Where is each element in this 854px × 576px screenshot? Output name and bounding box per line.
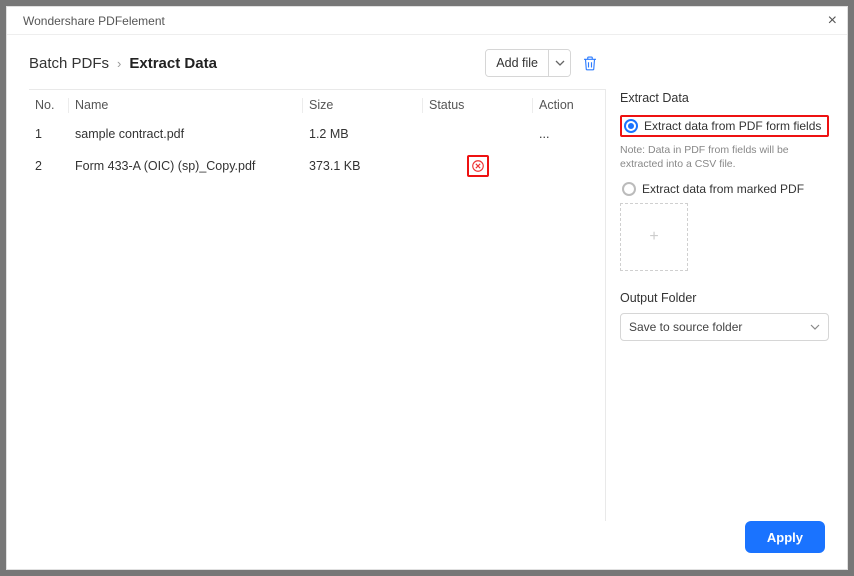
apply-button[interactable]: Apply [745, 521, 825, 553]
add-file-button-group: Add file [485, 49, 571, 77]
col-status: Status [423, 90, 533, 120]
top-row: Batch PDFs › Extract Data Add file [29, 49, 829, 77]
col-name: Name [69, 90, 303, 120]
col-action: Action [533, 90, 605, 120]
select-value: Save to source folder [629, 320, 742, 334]
chevron-down-icon [810, 322, 820, 332]
cell-status [423, 120, 533, 148]
breadcrumb: Batch PDFs › Extract Data [29, 55, 217, 72]
file-panel: No. Name Size Status Action 1 sample con… [29, 89, 605, 521]
close-icon[interactable]: × [828, 13, 837, 29]
table-row[interactable]: 2 Form 433-A (OIC) (sp)_Copy.pdf 373.1 K… [29, 148, 605, 184]
chevron-right-icon: › [117, 56, 121, 71]
cell-name: sample contract.pdf [69, 120, 303, 148]
delete-all-button[interactable] [581, 54, 599, 72]
main-split: No. Name Size Status Action 1 sample con… [29, 89, 829, 521]
top-actions: Add file [485, 49, 599, 77]
error-icon [471, 159, 485, 173]
option-note: Note: Data in PDF from fields will be ex… [620, 143, 829, 171]
radio-icon [622, 182, 636, 196]
add-file-dropdown[interactable] [548, 50, 570, 76]
titlebar: Wondershare PDFelement × [7, 7, 847, 35]
window: { "title": "Wondershare PDFelement", "br… [7, 7, 847, 569]
cell-name: Form 433-A (OIC) (sp)_Copy.pdf [69, 148, 303, 184]
option-label: Extract data from marked PDF [642, 182, 804, 196]
option-label: Extract data from PDF form fields [644, 119, 821, 133]
option-extract-marked[interactable]: Extract data from marked PDF [620, 179, 829, 199]
app-title: Wondershare PDFelement [23, 14, 165, 28]
add-file-button[interactable]: Add file [486, 50, 548, 76]
cell-no: 2 [29, 148, 69, 184]
table-row[interactable]: 1 sample contract.pdf 1.2 MB ... [29, 120, 605, 148]
add-area-dropzone[interactable]: + [620, 203, 688, 271]
option-extract-form-fields[interactable]: Extract data from PDF form fields [620, 115, 829, 137]
col-no: No. [29, 90, 69, 120]
side-title: Extract Data [620, 91, 829, 105]
cell-size: 1.2 MB [303, 120, 423, 148]
trash-icon [581, 54, 599, 72]
plus-icon: + [649, 228, 658, 246]
cell-action [533, 148, 605, 184]
breadcrumb-root[interactable]: Batch PDFs [29, 55, 109, 72]
file-table: No. Name Size Status Action 1 sample con… [29, 90, 605, 184]
content: Batch PDFs › Extract Data Add file [7, 35, 847, 569]
cell-action[interactable]: ... [533, 120, 605, 148]
footer: Apply [29, 521, 829, 557]
cell-size: 373.1 KB [303, 148, 423, 184]
output-folder-title: Output Folder [620, 291, 829, 305]
radio-icon [624, 119, 638, 133]
cell-no: 1 [29, 120, 69, 148]
status-error[interactable] [467, 155, 489, 177]
chevron-down-icon [555, 58, 565, 68]
breadcrumb-current: Extract Data [129, 55, 217, 72]
side-panel: Extract Data Extract data from PDF form … [605, 89, 829, 521]
header-row: No. Name Size Status Action [29, 90, 605, 120]
output-folder-select[interactable]: Save to source folder [620, 313, 829, 341]
cell-status [423, 148, 533, 184]
col-size: Size [303, 90, 423, 120]
